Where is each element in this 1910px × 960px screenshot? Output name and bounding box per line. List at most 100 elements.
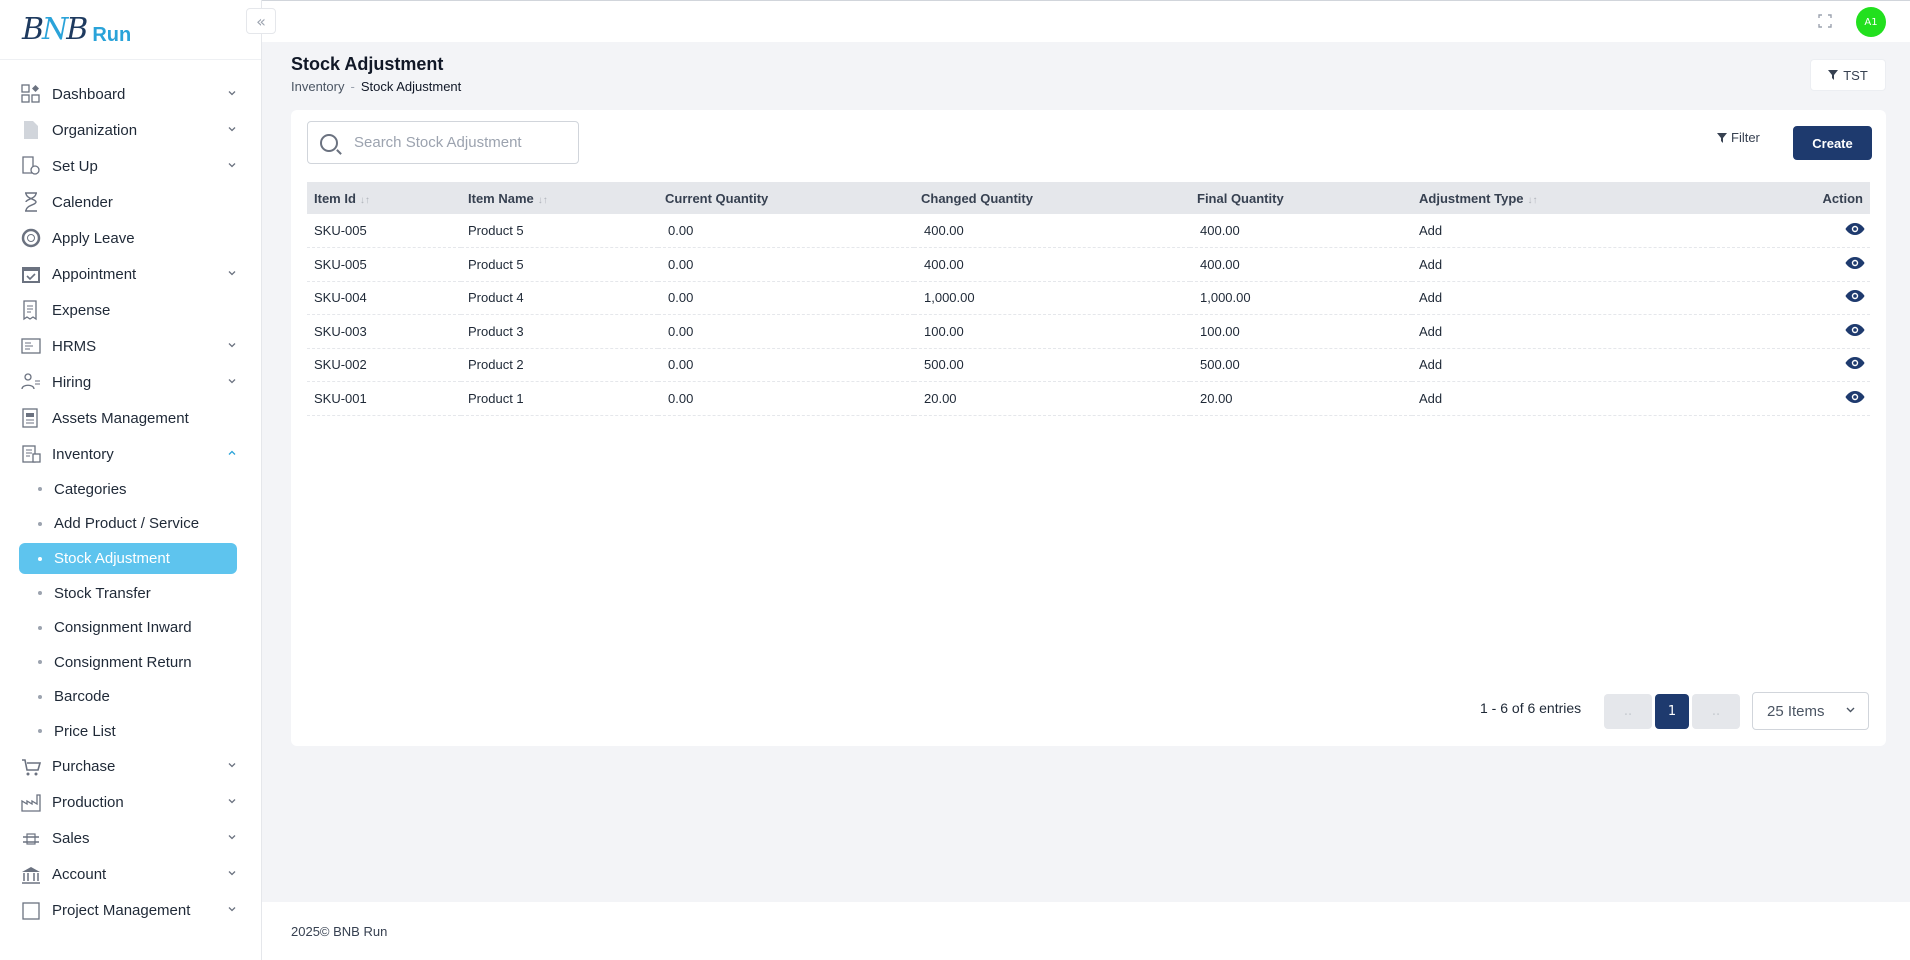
sidebar-item-hiring[interactable]: Hiring (0, 364, 261, 400)
tst-label: TST (1843, 67, 1868, 83)
sidebar-subitem-label: Barcode (54, 688, 110, 706)
cell-current-quantity: 0.00 (668, 223, 694, 238)
chevron-down-icon (227, 904, 237, 917)
view-eye-icon[interactable] (1845, 223, 1865, 239)
calendar-check-icon (20, 263, 42, 285)
sort-icon[interactable]: ↓↑ (1528, 195, 1538, 206)
breadcrumb-current: Stock Adjustment (360, 79, 462, 94)
cell-adjustment-type: Add (1419, 323, 1443, 339)
sort-icon[interactable]: ↓↑ (360, 195, 370, 206)
sales-icon (20, 828, 42, 850)
cell-item-id: SKU-002 (314, 357, 367, 373)
sidebar-subitem-categories[interactable]: Categories (0, 472, 261, 507)
sidebar-item-calender[interactable]: Calender (0, 184, 261, 220)
sidebar-item-hrms[interactable]: HRMS (0, 328, 261, 364)
sidebar-subitem-label: Consignment Inward (54, 619, 192, 637)
col-adjustment-type[interactable]: Adjustment Type ↓↑ (1412, 182, 1712, 214)
sidebar-item-label: Inventory (52, 445, 114, 463)
table-row: SKU-001 Product 1 0.00 20.00 20.00 Add (307, 382, 1870, 416)
sidebar-item-label: Sales (52, 830, 90, 847)
cell-item-name: Product 5 (468, 223, 524, 238)
view-eye-icon[interactable] (1845, 290, 1865, 306)
cell-item-id: SKU-001 (314, 390, 367, 406)
tst-filter-button[interactable]: TST (1810, 59, 1886, 91)
logo-text: Run (92, 24, 132, 46)
sidebar-item-account[interactable]: Account (0, 857, 261, 893)
footer: 2025© BNB Run (262, 902, 1910, 960)
logo[interactable]: BNB Run (0, 0, 261, 60)
cell-final-quantity: 500.00 (1200, 357, 1240, 373)
stock-adjustment-table: Item Id ↓↑ Item Name ↓↑ Current Quantity C… (307, 182, 1870, 416)
sidebar-subitem-consignment-inward[interactable]: Consignment Inward (0, 611, 261, 646)
dashboard-icon (20, 83, 42, 105)
cell-changed-quantity: 100.00 (924, 323, 964, 339)
sidebar-item-purchase[interactable]: Purchase (0, 749, 261, 785)
sidebar-item-expense[interactable]: Expense (0, 292, 261, 328)
sidebar-subitem-consignment-return[interactable]: Consignment Return (0, 645, 261, 680)
page-title: Stock Adjustment (291, 54, 444, 74)
cell-action (1712, 315, 1870, 349)
sidebar-item-set-up[interactable]: Set Up (0, 148, 261, 184)
col-changed-quantity: Changed Quantity (921, 190, 1033, 206)
search-box[interactable] (307, 121, 579, 164)
sidebar-item-inventory[interactable]: Inventory (0, 436, 261, 472)
col-current-quantity: Current Quantity (665, 190, 769, 206)
sidebar-item-dashboard[interactable]: Dashboard (0, 76, 261, 112)
sidebar-subitem-stock-transfer[interactable]: Stock Transfer (0, 576, 261, 611)
cell-adjustment-type: Add (1419, 390, 1443, 406)
cell-item-id: SKU-003 (314, 323, 367, 339)
funnel-icon (1828, 70, 1839, 80)
view-eye-icon[interactable] (1845, 256, 1865, 273)
next-page-button[interactable]: .. (1692, 694, 1740, 729)
prev-page-button[interactable]: .. (1604, 694, 1652, 729)
avatar[interactable]: A1 (1856, 7, 1886, 37)
create-button[interactable]: Create (1793, 126, 1872, 160)
sidebar-subitem-add-product-service[interactable]: Add Product / Service (0, 507, 261, 542)
cell-adjustment-type: Add (1419, 256, 1443, 272)
collapse-sidebar-button[interactable]: « (246, 8, 276, 34)
sidebar-item-production[interactable]: Production (0, 785, 261, 821)
col-item-name[interactable]: Item Name ↓↑ (461, 182, 658, 214)
sidebar-subitem-price-list[interactable]: Price List (0, 714, 261, 749)
sidebar-item-label: Dashboard (52, 85, 126, 103)
sidebar-item-project-management[interactable]: Project Management (0, 893, 261, 929)
filter-button[interactable]: Filter (1717, 130, 1760, 145)
view-eye-icon[interactable] (1845, 357, 1865, 373)
cell-item-name: Product 5 (468, 256, 524, 272)
cell-changed-quantity: 400.00 (924, 256, 964, 272)
col-item-id[interactable]: Item Id ↓↑ (307, 182, 461, 214)
bullet-icon (38, 487, 42, 492)
cell-item-id: SKU-005 (314, 223, 367, 238)
sidebar-item-label: Calender (52, 193, 113, 211)
sidebar-item-label: Production (52, 794, 124, 811)
logo-mark: BNB (22, 12, 88, 47)
assets-icon (20, 407, 42, 429)
cell-action (1712, 281, 1870, 315)
items-per-page-select[interactable]: 25 Items (1752, 692, 1869, 730)
fullscreen-icon[interactable] (1818, 14, 1832, 28)
sort-icon[interactable]: ↓↑ (538, 195, 548, 206)
breadcrumb-parent[interactable]: Inventory (291, 79, 344, 94)
sidebar-subitem-label: Stock Transfer (54, 584, 151, 602)
sidebar-item-label: Assets Management (52, 409, 189, 427)
table-row: SKU-003 Product 3 0.00 100.00 100.00 Add (307, 315, 1870, 349)
topbar: A1 (262, 0, 1910, 42)
page-1-button[interactable]: 1 (1655, 694, 1689, 729)
search-input[interactable] (354, 134, 564, 151)
view-eye-icon[interactable] (1845, 390, 1865, 407)
sidebar-item-assets-management[interactable]: Assets Management (0, 400, 261, 436)
sidebar-item-organization[interactable]: Organization (0, 112, 261, 148)
view-eye-icon[interactable] (1845, 323, 1865, 340)
sidebar-item-apply-leave[interactable]: Apply Leave (0, 220, 261, 256)
sidebar-item-sales[interactable]: Sales (0, 821, 261, 857)
sidebar-item-label: Appointment (52, 265, 137, 283)
sidebar-item-appointment[interactable]: Appointment (0, 256, 261, 292)
cell-changed-quantity: 500.00 (924, 357, 964, 373)
sidebar-subitem-stock-adjustment[interactable]: Stock Adjustment (19, 543, 237, 574)
chevron-up-icon (227, 448, 237, 461)
document-icon (20, 119, 42, 141)
hiring-icon (20, 371, 42, 393)
col-action: Action (1822, 190, 1863, 206)
cell-action (1712, 382, 1870, 416)
sidebar-subitem-barcode[interactable]: Barcode (0, 680, 261, 715)
